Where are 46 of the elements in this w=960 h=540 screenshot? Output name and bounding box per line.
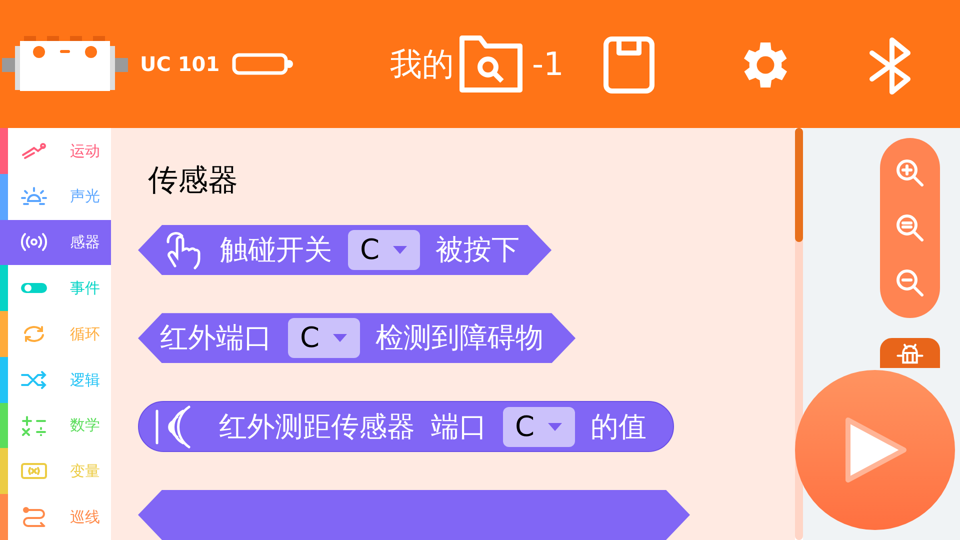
block-label: 检测到障碍物	[376, 320, 544, 356]
shuffle-icon	[20, 370, 48, 390]
category-label: 感器	[70, 232, 100, 254]
category-label: 循环	[70, 324, 100, 345]
caret-icon	[392, 245, 408, 256]
zoom-out-icon[interactable]	[895, 268, 925, 298]
zoom-reset-icon[interactable]	[895, 212, 925, 243]
category-item[interactable]: 感器	[0, 220, 111, 266]
signal-icon	[20, 232, 48, 252]
zoom-in-icon[interactable]	[895, 158, 925, 188]
battery-icon	[232, 53, 294, 75]
variable-icon	[20, 461, 48, 482]
block-label: 的值	[590, 408, 647, 445]
scrollbar-thumb[interactable]	[795, 128, 803, 242]
code-block[interactable]: 红外端口 C 检测到障碍物	[138, 313, 576, 364]
block-label: 红外测距传感器	[219, 408, 415, 445]
math-icon	[20, 416, 48, 436]
block-label: 触碰开关	[220, 232, 332, 268]
category-title: 传感器	[148, 162, 239, 200]
category-label: 巡线	[70, 506, 100, 528]
bug-icon	[895, 342, 925, 364]
category-label: 数学	[70, 415, 100, 436]
block-label: 被按下	[436, 232, 520, 268]
route-icon	[20, 507, 48, 528]
save-icon[interactable]	[603, 36, 655, 94]
light-icon	[20, 186, 48, 207]
caret-icon	[332, 333, 348, 344]
category-label: 声光	[70, 186, 100, 208]
folder-search-icon[interactable]	[458, 34, 524, 94]
port-dropdown[interactable]: C	[348, 230, 420, 270]
block-label: 红外端口	[160, 320, 272, 356]
runner-icon	[20, 140, 48, 161]
caret-icon	[546, 422, 563, 432]
category-label: 变量	[70, 461, 100, 482]
project-title: -1	[532, 44, 564, 85]
code-block[interactable]: 红外测距传感器 端口 C 的值	[138, 401, 674, 452]
project-title: 我的	[390, 44, 454, 85]
category-label: 运动	[70, 140, 100, 162]
port-dropdown[interactable]: C	[288, 318, 360, 358]
device-name: UC 101	[140, 51, 220, 78]
category-label: 逻辑	[70, 370, 100, 391]
debug-button[interactable]	[880, 338, 940, 368]
block-label: 端口	[431, 408, 487, 445]
port-dropdown[interactable]: C	[503, 406, 575, 447]
code-block[interactable]: 触碰开关 C 被按下	[138, 225, 552, 276]
category-label: 事件	[70, 278, 100, 299]
